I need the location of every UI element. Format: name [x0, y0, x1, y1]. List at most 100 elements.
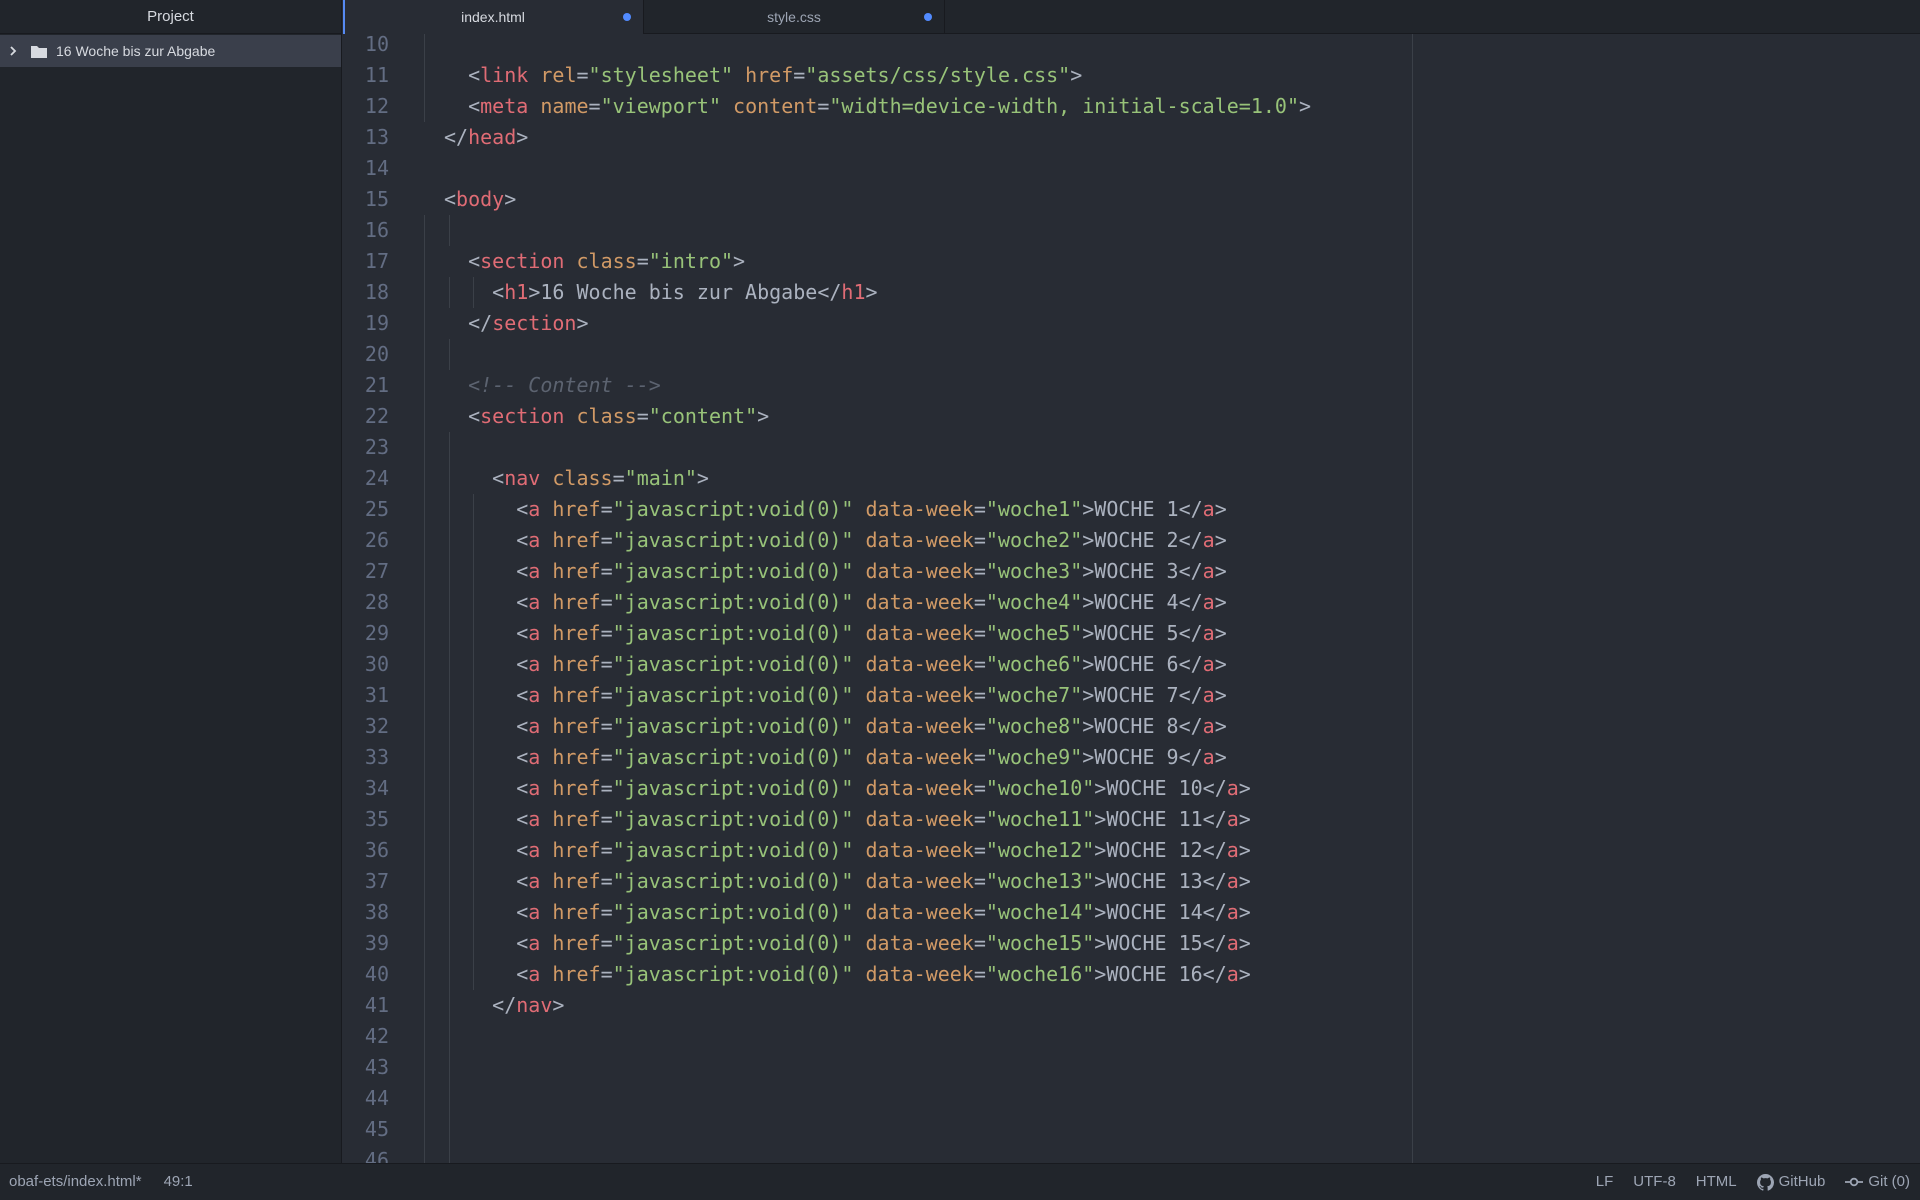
line-number: 11	[364, 63, 389, 87]
code-line[interactable]: 25 <a href="javascript:void(0)" data-wee…	[343, 494, 1920, 525]
code-token: WOCHE 12	[1106, 838, 1203, 862]
code-token: href	[552, 838, 601, 862]
status-line-ending[interactable]: LF	[1596, 1164, 1614, 1200]
code-token: href	[552, 621, 601, 645]
code-line[interactable]: 35 <a href="javascript:void(0)" data-wee…	[343, 804, 1920, 835]
code-line[interactable]: 23	[343, 432, 1920, 463]
code-line[interactable]: 15 <body>	[343, 184, 1920, 215]
indent-guide	[424, 680, 425, 711]
code-token: =	[588, 94, 601, 118]
line-code: <a href="javascript:void(0)" data-week="…	[444, 680, 1227, 711]
code-line[interactable]: 41 </nav>	[343, 990, 1920, 1021]
code-token: "stylesheet"	[588, 63, 734, 87]
code-line[interactable]: 26 <a href="javascript:void(0)" data-wee…	[343, 525, 1920, 556]
code-line[interactable]: 29 <a href="javascript:void(0)" data-wee…	[343, 618, 1920, 649]
code-token: data-week	[865, 528, 974, 552]
chevron-right-icon[interactable]	[8, 45, 22, 57]
tab-index-html[interactable]: index.html	[343, 0, 644, 35]
code-token: <	[516, 931, 529, 955]
indent-guide	[424, 277, 425, 308]
sidebar-title[interactable]: Project	[0, 0, 341, 34]
code-token: =	[600, 869, 613, 893]
code-line[interactable]: 37 <a href="javascript:void(0)" data-wee…	[343, 866, 1920, 897]
code-line[interactable]: 19 </section>	[343, 308, 1920, 339]
line-number: 19	[364, 311, 389, 335]
code-token: "woche15"	[985, 931, 1095, 955]
code-line[interactable]: 39 <a href="javascript:void(0)" data-wee…	[343, 928, 1920, 959]
code-line[interactable]: 45	[343, 1114, 1920, 1145]
code-token: "woche1"	[985, 497, 1083, 521]
indent-guide	[424, 556, 425, 587]
code-line[interactable]: 32 <a href="javascript:void(0)" data-wee…	[343, 711, 1920, 742]
code-line[interactable]: 27 <a href="javascript:void(0)" data-wee…	[343, 556, 1920, 587]
code-token: >	[1094, 900, 1107, 924]
code-token: a	[528, 621, 541, 645]
line-number: 43	[364, 1055, 389, 1079]
github-icon	[1756, 1173, 1774, 1191]
code-line[interactable]: 14	[343, 153, 1920, 184]
code-line[interactable]: 31 <a href="javascript:void(0)" data-wee…	[343, 680, 1920, 711]
status-encoding[interactable]: UTF-8	[1633, 1164, 1676, 1200]
indent-guide	[424, 215, 425, 246]
code-line[interactable]: 12 <meta name="viewport" content="width=…	[343, 91, 1920, 122]
line-number: 28	[364, 590, 389, 614]
code-line[interactable]: 38 <a href="javascript:void(0)" data-wee…	[343, 897, 1920, 928]
code-line[interactable]: 13 </head>	[343, 122, 1920, 153]
line-code: <nav class="main">	[444, 463, 709, 494]
status-github[interactable]: GitHub	[1756, 1164, 1825, 1200]
line-number: 18	[364, 280, 389, 304]
code-line[interactable]: 18 <h1>16 Woche bis zur Abgabe</h1>	[343, 277, 1920, 308]
status-git[interactable]: Git (0)	[1845, 1164, 1910, 1200]
indent-guide	[424, 1114, 425, 1145]
code-line[interactable]: 34 <a href="javascript:void(0)" data-wee…	[343, 773, 1920, 804]
code-line[interactable]: 20	[343, 339, 1920, 370]
code-line[interactable]: 43	[343, 1052, 1920, 1083]
modified-indicator-icon[interactable]	[623, 13, 631, 21]
code-token: </	[817, 280, 842, 304]
code-line[interactable]: 40 <a href="javascript:void(0)" data-wee…	[343, 959, 1920, 990]
code-token: >	[576, 311, 589, 335]
code-line[interactable]: 28 <a href="javascript:void(0)" data-wee…	[343, 587, 1920, 618]
code-line[interactable]: 11 <link rel="stylesheet" href="assets/c…	[343, 60, 1920, 91]
code-editor[interactable]: 10 11 <link rel="stylesheet" href="assets…	[343, 34, 1920, 1163]
code-token: a	[528, 528, 541, 552]
code-token: =	[793, 63, 806, 87]
line-number: 14	[364, 156, 389, 180]
tree-item-project-folder[interactable]: 16 Woche bis zur Abgabe	[0, 35, 341, 67]
code-line[interactable]: 30 <a href="javascript:void(0)" data-wee…	[343, 649, 1920, 680]
code-token: a	[1202, 528, 1215, 552]
code-line[interactable]: 36 <a href="javascript:void(0)" data-wee…	[343, 835, 1920, 866]
code-line[interactable]: 22 <section class="content">	[343, 401, 1920, 432]
code-line[interactable]: 44	[343, 1083, 1920, 1114]
code-line[interactable]: 17 <section class="intro">	[343, 246, 1920, 277]
line-number: 42	[364, 1024, 389, 1048]
code-line[interactable]: 24 <nav class="main">	[343, 463, 1920, 494]
code-line[interactable]: 46	[343, 1145, 1920, 1163]
status-grammar[interactable]: HTML	[1696, 1164, 1737, 1200]
indent-guide	[424, 91, 425, 122]
status-file-path[interactable]: obaf-ets/index.html*	[9, 1164, 142, 1200]
code-token: >	[1082, 590, 1095, 614]
code-token: =	[600, 776, 613, 800]
code-line[interactable]: 10	[343, 34, 1920, 60]
code-line[interactable]: 42	[343, 1021, 1920, 1052]
code-token: href	[552, 497, 601, 521]
code-line[interactable]: 16	[343, 215, 1920, 246]
code-line[interactable]: 33 <a href="javascript:void(0)" data-wee…	[343, 742, 1920, 773]
code-line[interactable]: 21 <!-- Content -->	[343, 370, 1920, 401]
code-token: data-week	[865, 559, 974, 583]
modified-indicator-icon[interactable]	[924, 13, 932, 21]
code-token: "javascript:void(0)"	[612, 869, 854, 893]
code-token: >	[733, 249, 746, 273]
indent-guide	[424, 494, 425, 525]
code-token: "width=device-width, initial-scale=1.0"	[829, 94, 1299, 118]
tab-style-css[interactable]: style.css	[644, 0, 945, 34]
code-token: >	[1238, 776, 1251, 800]
status-cursor-position[interactable]: 49:1	[164, 1164, 193, 1200]
code-token: =	[973, 497, 986, 521]
